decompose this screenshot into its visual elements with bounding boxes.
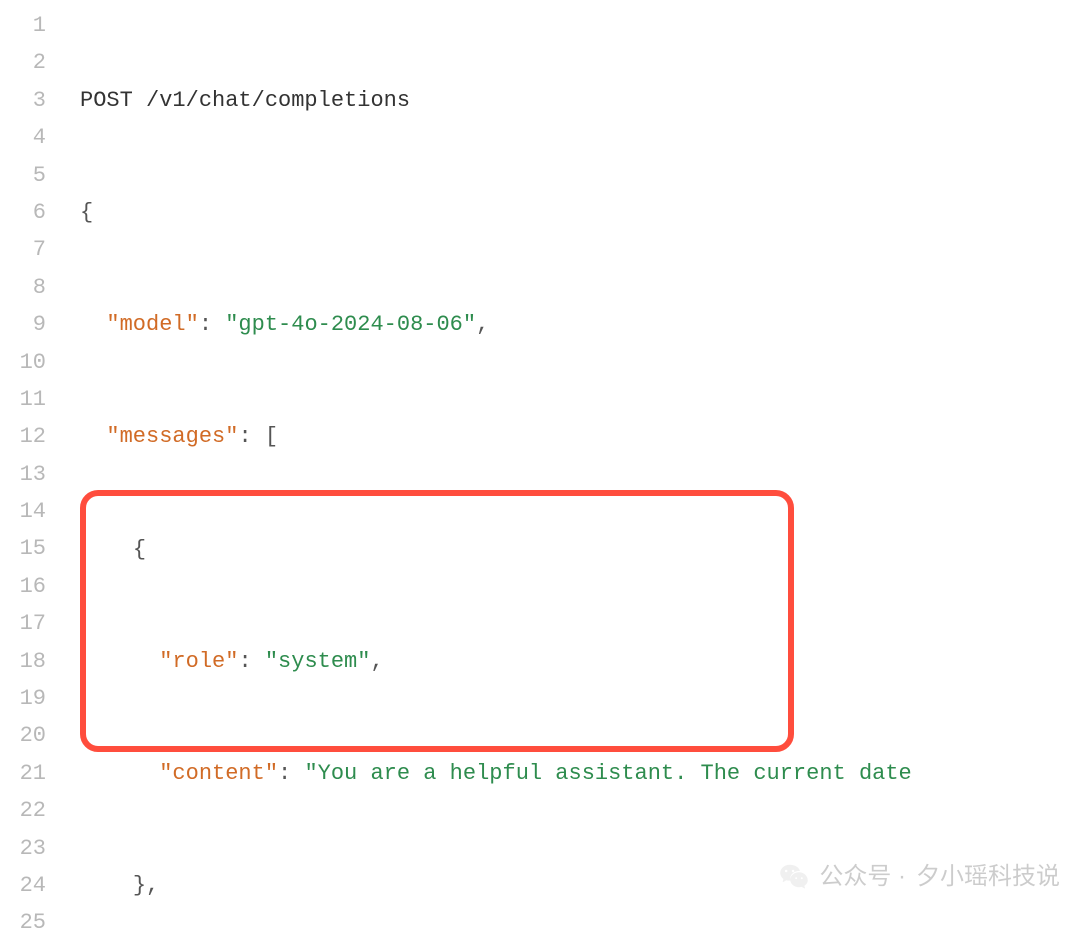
- line-number: 25: [0, 904, 60, 941]
- line-number: 6: [0, 194, 60, 231]
- code-body: POST /v1/chat/completions { "model": "gp…: [60, 0, 1080, 945]
- watermark: 公众号 · 夕小瑶科技说: [779, 858, 1060, 895]
- watermark-name: 夕小瑶科技说: [916, 858, 1060, 895]
- line-number: 13: [0, 456, 60, 493]
- line-number: 2: [0, 44, 60, 81]
- wechat-icon: [779, 861, 809, 891]
- line-number: 10: [0, 344, 60, 381]
- watermark-prefix: 公众号 ·: [819, 858, 906, 895]
- line-number: 5: [0, 157, 60, 194]
- line-number: 4: [0, 119, 60, 156]
- line-number: 14: [0, 493, 60, 530]
- line-number: 9: [0, 306, 60, 343]
- line-number: 12: [0, 418, 60, 455]
- code-line: POST /v1/chat/completions: [80, 82, 1080, 119]
- line-number: 8: [0, 269, 60, 306]
- line-number: 11: [0, 381, 60, 418]
- code-editor: 1234567891011121314151617181920212223242…: [0, 0, 1080, 945]
- code-line: "messages": [: [80, 418, 1080, 455]
- line-number: 20: [0, 717, 60, 754]
- line-number: 18: [0, 643, 60, 680]
- line-number: 1: [0, 7, 60, 44]
- request-line: POST /v1/chat/completions: [80, 88, 410, 113]
- code-line: {: [80, 531, 1080, 568]
- code-line: {: [80, 194, 1080, 231]
- line-gutter: 1234567891011121314151617181920212223242…: [0, 0, 60, 945]
- line-number: 22: [0, 792, 60, 829]
- line-number: 3: [0, 82, 60, 119]
- line-number: 19: [0, 680, 60, 717]
- line-number: 16: [0, 568, 60, 605]
- line-number: 23: [0, 830, 60, 867]
- line-number: 15: [0, 530, 60, 567]
- line-number: 7: [0, 231, 60, 268]
- code-line: "model": "gpt-4o-2024-08-06",: [80, 306, 1080, 343]
- line-number: 17: [0, 605, 60, 642]
- code-line: "role": "system",: [80, 643, 1080, 680]
- line-number: 24: [0, 867, 60, 904]
- code-line: "content": "You are a helpful assistant.…: [80, 755, 1080, 792]
- line-number: 21: [0, 755, 60, 792]
